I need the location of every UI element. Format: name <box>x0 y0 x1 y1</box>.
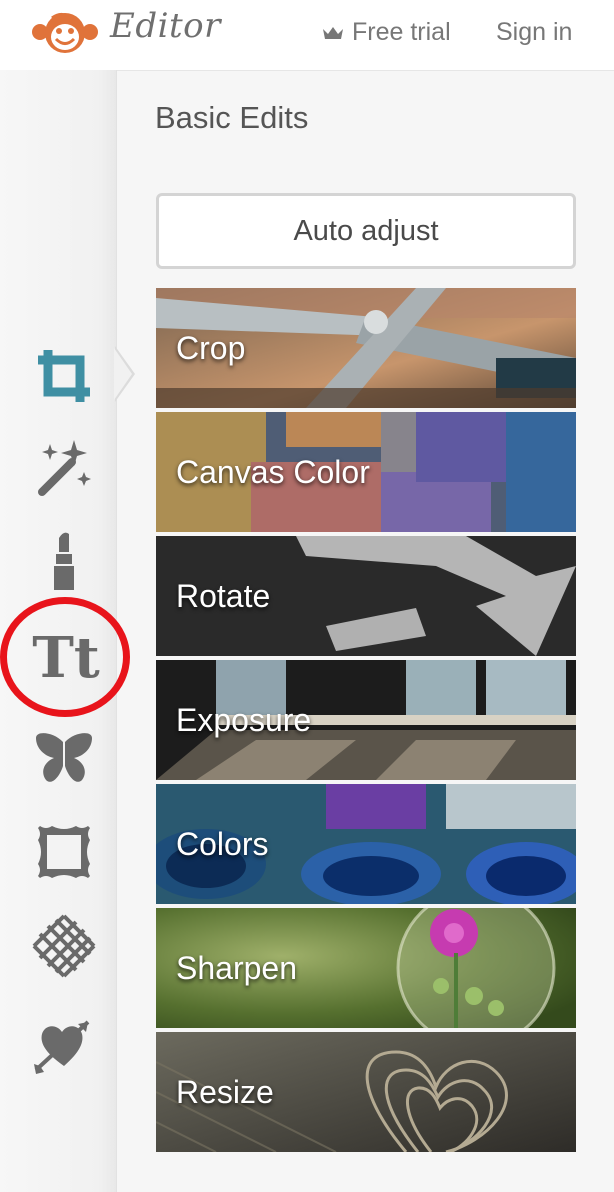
tool-label: Crop <box>176 330 246 366</box>
crop-icon[interactable] <box>32 344 96 408</box>
tool-label: Resize <box>176 1074 274 1110</box>
tool-tile-rotate[interactable]: Rotate <box>156 536 576 656</box>
highlight-circle <box>0 597 130 717</box>
sign-in-link[interactable]: Sign in <box>496 18 572 47</box>
monkey-logo-icon[interactable] <box>30 10 100 56</box>
free-trial-link[interactable]: Free trial <box>322 18 451 47</box>
crown-icon <box>323 26 343 39</box>
auto-adjust-button[interactable]: Auto adjust <box>156 193 576 269</box>
section-title: Basic Edits <box>155 100 309 135</box>
app-title: Editor <box>110 6 221 46</box>
tool-label: Exposure <box>176 702 312 738</box>
texture-icon[interactable] <box>32 914 96 978</box>
tool-tile-canvas-color[interactable]: Canvas Color <box>156 412 576 532</box>
tool-label: Canvas Color <box>176 454 370 490</box>
tool-label: Sharpen <box>176 950 297 986</box>
heart-arrow-icon[interactable] <box>32 1012 96 1076</box>
frame-icon[interactable] <box>32 820 96 884</box>
tool-tile-sharpen[interactable]: Sharpen <box>156 908 576 1028</box>
tool-label: Rotate <box>176 578 271 614</box>
top-header: Editor Free trial Sign in <box>0 0 614 71</box>
tool-label: Colors <box>176 826 269 862</box>
lipstick-icon[interactable] <box>32 528 96 592</box>
free-trial-label: Free trial <box>352 18 451 46</box>
magic-wand-icon[interactable] <box>32 436 96 500</box>
tool-tile-colors[interactable]: Colors <box>156 784 576 904</box>
tool-tile-crop[interactable]: Crop <box>156 288 576 408</box>
tool-tile-resize[interactable]: Resize <box>156 1032 576 1152</box>
active-pointer <box>114 348 132 400</box>
tool-tile-exposure[interactable]: Exposure <box>156 660 576 780</box>
butterfly-icon[interactable] <box>32 726 96 790</box>
